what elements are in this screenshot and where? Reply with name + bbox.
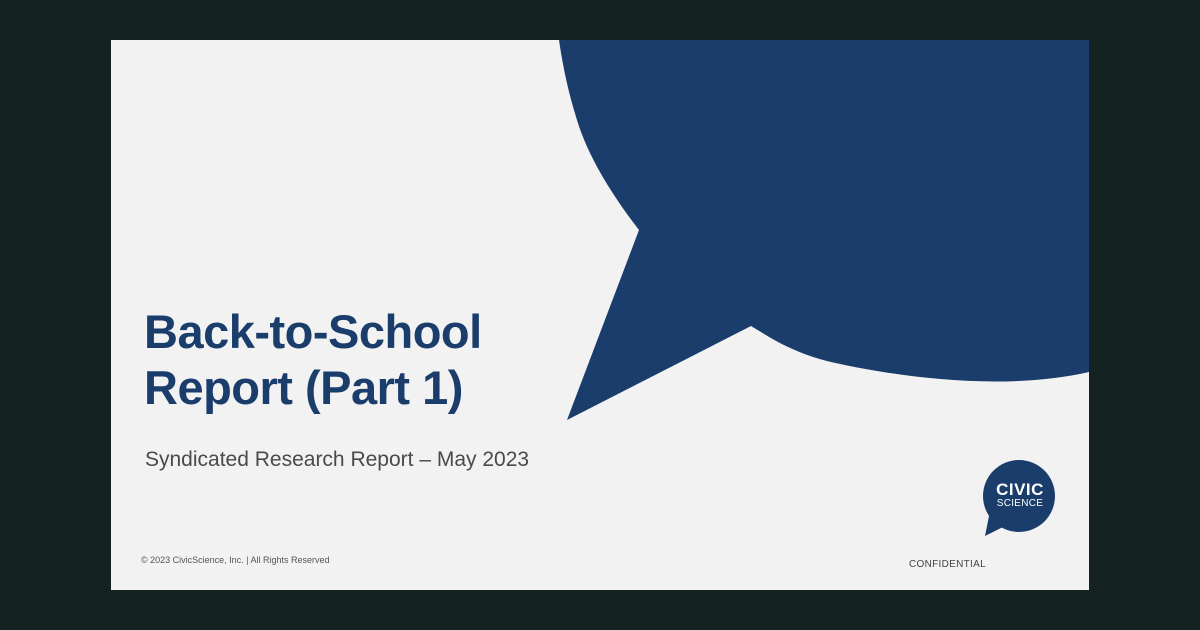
- logo-text-science: SCIENCE: [996, 498, 1044, 509]
- title-line-2: Report (Part 1): [144, 361, 463, 414]
- civicscience-logo: CIVIC SCIENCE: [981, 460, 1057, 538]
- title-line-1: Back-to-School: [144, 305, 482, 358]
- title-slide: Back-to-School Report (Part 1) Syndicate…: [111, 40, 1089, 590]
- logo-text-civic: CIVIC: [996, 480, 1044, 499]
- logo-wordmark: CIVIC SCIENCE: [984, 481, 1056, 510]
- copyright-notice: © 2023 CivicScience, Inc. | All Rights R…: [141, 555, 330, 565]
- page-title: Back-to-School Report (Part 1): [144, 304, 482, 416]
- subtitle: Syndicated Research Report – May 2023: [145, 448, 530, 471]
- confidential-label: CONFIDENTIAL: [909, 559, 986, 570]
- page-background: Back-to-School Report (Part 1) Syndicate…: [0, 0, 1200, 630]
